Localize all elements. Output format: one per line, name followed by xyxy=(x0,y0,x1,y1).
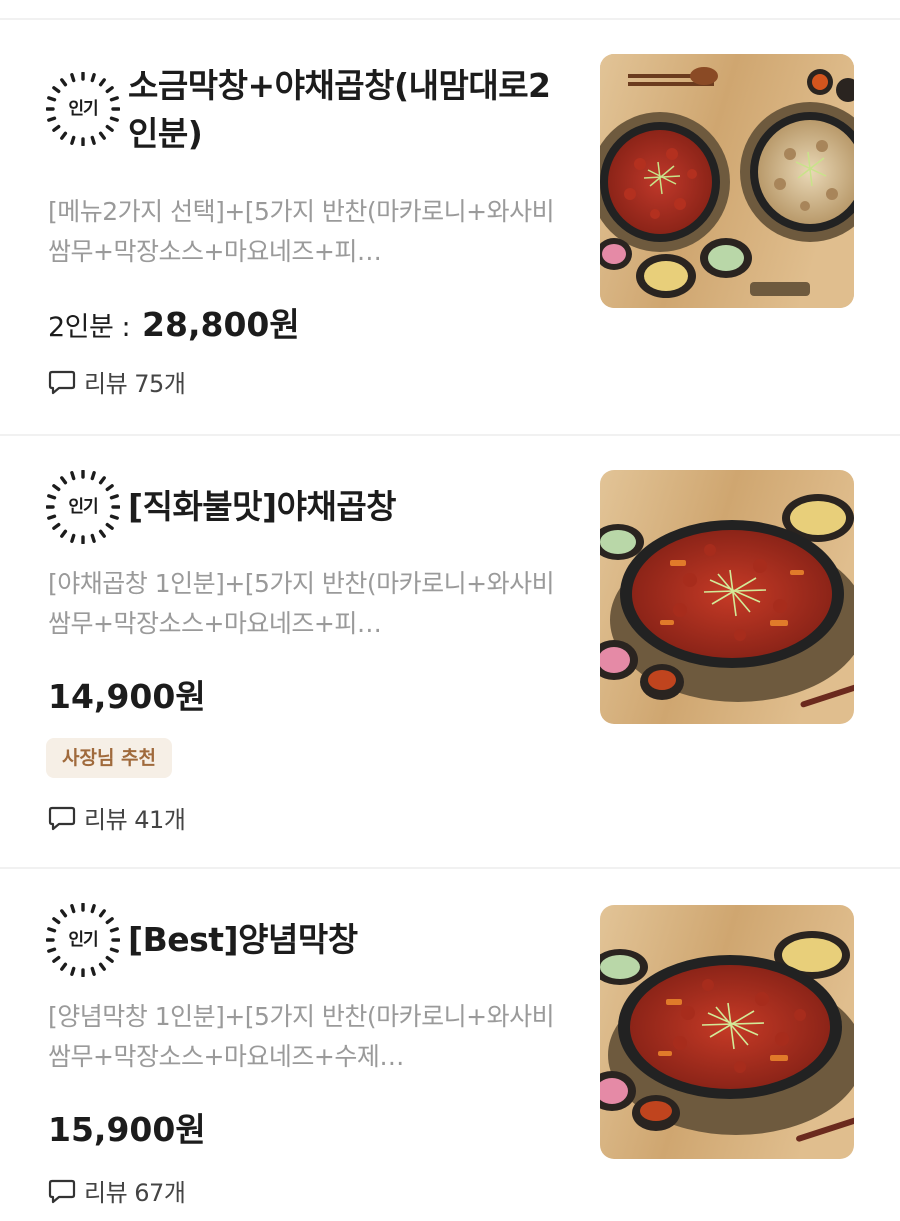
menu-item[interactable]: 인기 [직화불맛]야채곱창 [야채곱창 1인분]+[5가지 반찬(마카로니+와사… xyxy=(0,436,900,868)
comment-icon xyxy=(48,1179,76,1203)
comment-icon xyxy=(48,806,76,830)
menu-description: [양념막창 1인분]+[5가지 반찬(마카로니+와사비쌈무+막장소스+마요네즈+… xyxy=(48,1002,555,1071)
menu-item[interactable]: 인기 [Best]양념막창 [양념막창 1인분]+[5가지 반찬(마카로니+와사… xyxy=(0,869,900,1221)
price: 15,900원 xyxy=(48,1110,206,1149)
menu-title[interactable]: [Best]양념막창 xyxy=(128,916,578,964)
popular-badge-label: 인기 xyxy=(68,99,98,119)
review-count: 리뷰 67개 xyxy=(84,1179,186,1207)
popular-badge-label: 인기 xyxy=(68,497,98,517)
pan-dish-image[interactable] xyxy=(600,470,854,724)
title-row: 인기 [Best]양념막창 xyxy=(46,903,578,977)
price-row: 2인분 : 28,800원 xyxy=(48,298,300,346)
menu-item[interactable]: 인기 소금막창+야채곱창(내맘대로2인분) [메뉴2가지 선택]+[5가지 반찬… xyxy=(0,0,900,435)
price: 28,800원 xyxy=(142,305,300,344)
price-row: 15,900원 xyxy=(48,1103,206,1151)
title-row: 인기 [직화불맛]야채곱창 xyxy=(46,470,578,544)
pan-dish-image[interactable] xyxy=(600,905,854,1159)
comment-icon xyxy=(48,370,76,394)
review-count: 리뷰 75개 xyxy=(84,370,186,398)
popular-badge: 인기 xyxy=(46,72,120,146)
price-label: 2인분 : xyxy=(48,312,131,343)
price: 14,900원 xyxy=(48,677,206,716)
popular-badge: 인기 xyxy=(46,470,120,544)
review-link[interactable]: 리뷰 75개 xyxy=(48,364,186,399)
menu-description: [메뉴2가지 선택]+[5가지 반찬(마카로니+와사비쌈무+막장소스+마요네즈+… xyxy=(48,197,555,266)
title-row: 인기 소금막창+야채곱창(내맘대로2인분) xyxy=(46,62,578,158)
review-count: 리뷰 41개 xyxy=(84,806,186,834)
owner-recommend-tag: 사장님 추천 xyxy=(46,738,173,778)
two-pan-dish-image[interactable] xyxy=(600,54,854,308)
menu-title[interactable]: [직화불맛]야채곱창 xyxy=(128,483,578,531)
menu-title[interactable]: 소금막창+야채곱창(내맘대로2인분) xyxy=(128,62,578,158)
popular-badge: 인기 xyxy=(46,903,120,977)
price-row: 14,900원 xyxy=(48,670,206,718)
review-link[interactable]: 리뷰 41개 xyxy=(48,800,186,835)
popular-badge-label: 인기 xyxy=(68,930,98,950)
menu-description: [야채곱창 1인분]+[5가지 반찬(마카로니+와사비쌈무+막장소스+마요네즈+… xyxy=(48,569,555,638)
review-link[interactable]: 리뷰 67개 xyxy=(48,1173,186,1208)
